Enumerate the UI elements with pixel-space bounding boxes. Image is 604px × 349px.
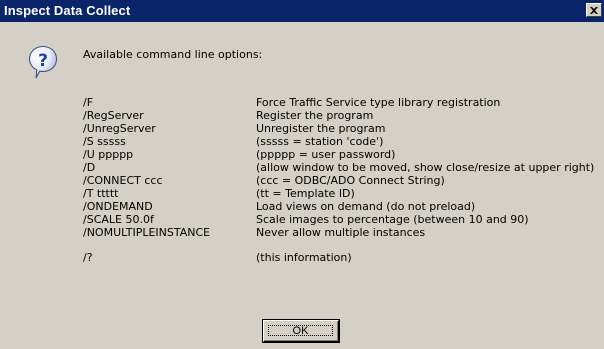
option-description: Unregister the program	[256, 122, 386, 135]
option-switch: /F	[83, 96, 94, 109]
option-row: /SCALE 50.0f Scale images to percentage (…	[83, 213, 598, 226]
option-row: /RegServer Register the program	[83, 109, 598, 122]
option-row: /F Force Traffic Service type library reg…	[83, 96, 598, 109]
question-icon: ?	[28, 45, 58, 79]
option-description: (ppppp = user password)	[256, 148, 396, 161]
option-switch: /SCALE 50.0f	[83, 213, 154, 226]
ok-button[interactable]: OK	[262, 319, 340, 343]
option-list: /F Force Traffic Service type library reg…	[83, 96, 598, 264]
option-description: (sssss = station 'code')	[256, 135, 384, 148]
title-bar[interactable]: Inspect Data Collect	[0, 0, 604, 22]
svg-text:?: ?	[38, 51, 48, 71]
option-row: /? (this information)	[83, 251, 598, 264]
option-row: /S sssss (sssss = station 'code')	[83, 135, 598, 148]
option-switch: /S sssss	[83, 135, 126, 148]
message-header: Available command line options:	[83, 48, 263, 61]
option-switch: /NOMULTIPLEINSTANCE	[83, 226, 211, 239]
window-title: Inspect Data Collect	[4, 3, 131, 18]
option-switch: /UnregServer	[83, 122, 156, 135]
option-description: (allow window to be moved, show close/re…	[256, 161, 595, 174]
option-switch: /D	[83, 161, 96, 174]
message-dialog: Inspect Data Collect ? Available command…	[0, 0, 604, 349]
option-row: /U ppppp (ppppp = user password)	[83, 148, 598, 161]
ok-button-label: OK	[268, 325, 333, 337]
option-description: Register the program	[256, 109, 374, 122]
option-description: (this information)	[256, 251, 352, 264]
option-description: Never allow multiple instances	[256, 226, 426, 239]
option-switch: /ONDEMAND	[83, 200, 153, 213]
option-row: /ONDEMAND Load views on demand (do not pr…	[83, 200, 598, 213]
option-description: Load views on demand (do not preload)	[256, 200, 476, 213]
option-description: (tt = Template ID)	[256, 187, 355, 200]
option-switch: /?	[83, 251, 93, 264]
option-switch: /RegServer	[83, 109, 144, 122]
option-row: /T ttttt (tt = Template ID)	[83, 187, 598, 200]
close-button[interactable]	[586, 3, 602, 17]
option-switch: /CONNECT ccc	[83, 174, 163, 187]
option-switch: /U ppppp	[83, 148, 134, 161]
option-row: /D (allow window to be moved, show close/…	[83, 161, 598, 174]
option-description: (ccc = ODBC/ADO Connect String)	[256, 174, 445, 187]
close-icon	[590, 6, 598, 14]
option-description: Force Traffic Service type library regis…	[256, 96, 501, 109]
option-description: Scale images to percentage (between 10 a…	[256, 213, 529, 226]
option-row: /NOMULTIPLEINSTANCE Never allow multiple …	[83, 226, 598, 239]
option-row: /CONNECT ccc (ccc = ODBC/ADO Connect Stri…	[83, 174, 598, 187]
option-row: /UnregServer Unregister the program	[83, 122, 598, 135]
option-switch: /T ttttt	[83, 187, 119, 200]
